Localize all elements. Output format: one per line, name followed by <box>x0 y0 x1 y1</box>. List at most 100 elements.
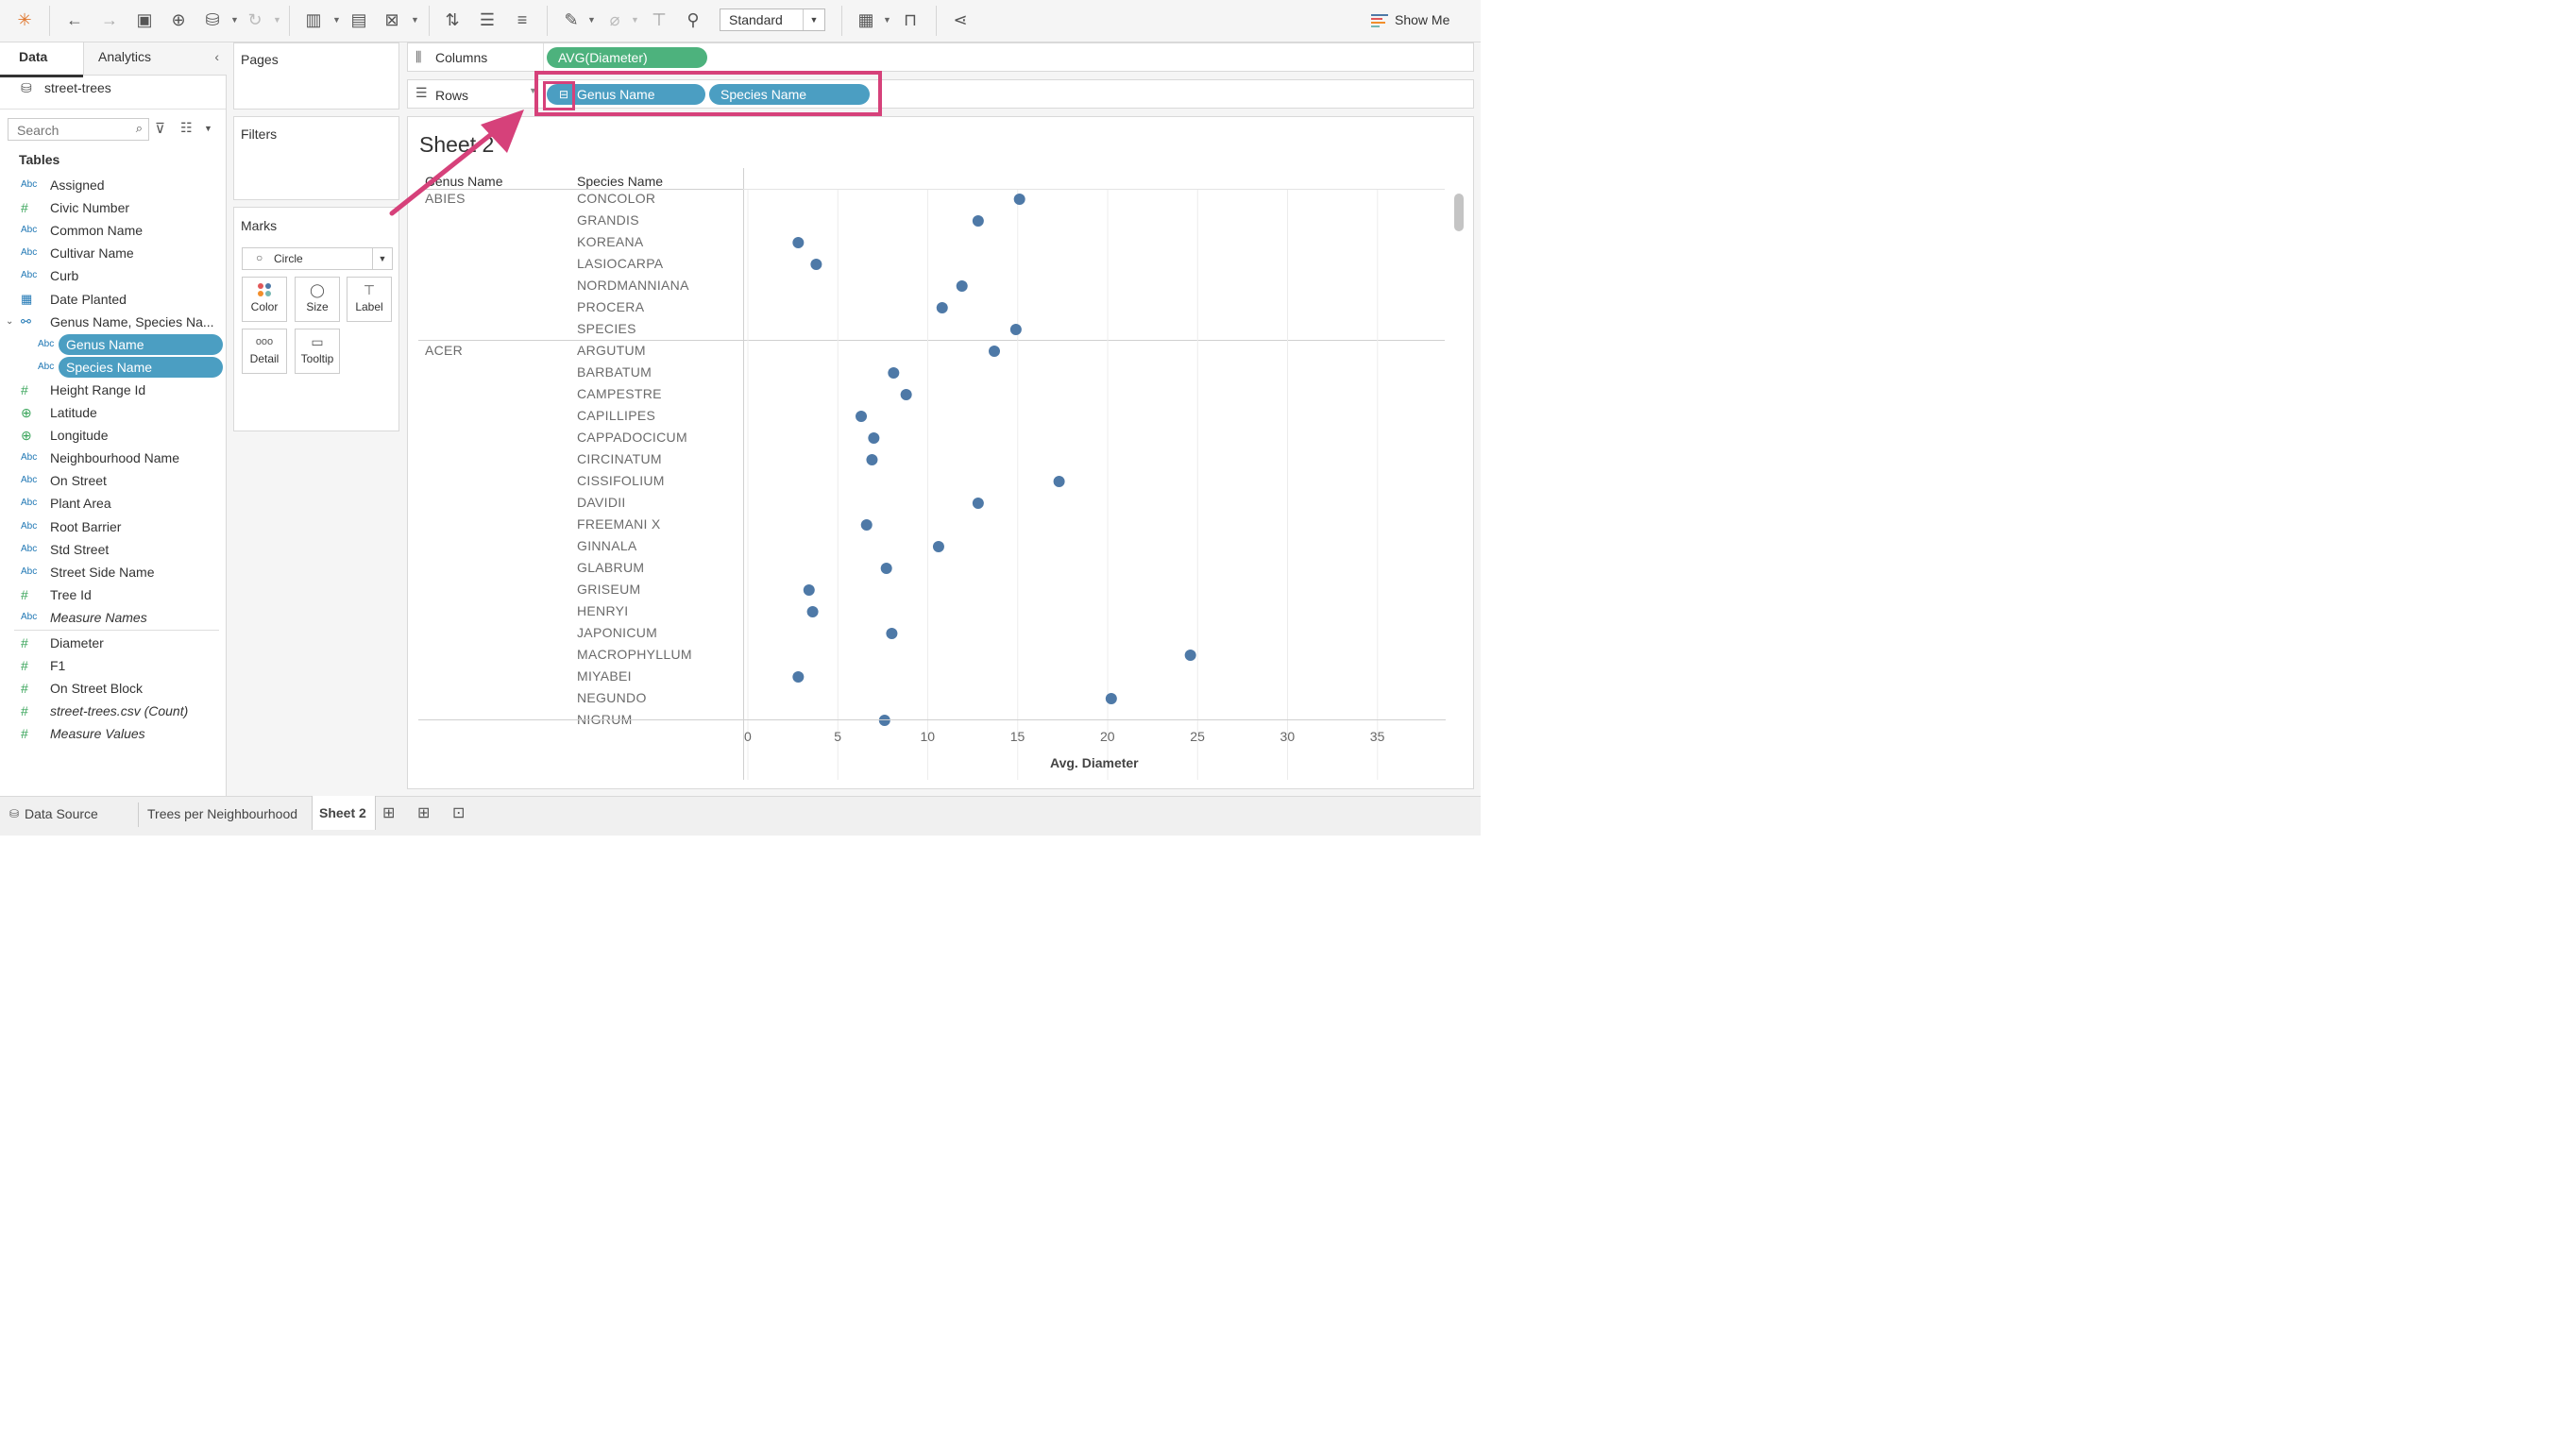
duplicate-sheet-icon[interactable]: ▤ <box>347 8 371 32</box>
data-point[interactable] <box>972 215 984 227</box>
vertical-scrollbar[interactable] <box>1454 194 1464 231</box>
chevron-down-icon[interactable]: ⌄ <box>6 311 13 333</box>
species-label[interactable]: JAPONICUM <box>577 625 657 640</box>
field-genus-name-species-na-[interactable]: ⚯ ⌄ Genus Name, Species Na... <box>0 311 226 333</box>
species-label[interactable]: DAVIDII <box>577 495 626 510</box>
data-point[interactable] <box>972 498 984 509</box>
redo-icon[interactable]: → <box>97 8 122 32</box>
pin-icon[interactable]: ⚲ <box>681 8 705 32</box>
measure-on-street-block[interactable]: # On Street Block <box>0 677 226 700</box>
data-point[interactable] <box>792 671 805 683</box>
data-point[interactable] <box>860 519 873 531</box>
species-label[interactable]: CAMPESTRE <box>577 386 662 401</box>
field-plant-area[interactable]: Abc Plant Area <box>0 492 226 515</box>
fit-icon[interactable]: ▦ <box>854 8 878 32</box>
save-icon[interactable]: ▣ <box>132 8 157 32</box>
color-button[interactable]: Color <box>242 277 287 322</box>
label-button[interactable]: ⊤ Label <box>347 277 392 322</box>
data-point[interactable] <box>936 302 948 313</box>
data-point[interactable] <box>1184 650 1196 661</box>
data-point[interactable] <box>868 432 880 444</box>
chevron-down-icon[interactable]: ▼ <box>230 15 239 25</box>
species-label[interactable]: CISSIFOLIUM <box>577 473 665 488</box>
data-point[interactable] <box>886 628 898 639</box>
field-genus-name[interactable]: Abc Genus Name <box>0 333 226 356</box>
data-point[interactable] <box>956 280 968 292</box>
data-point[interactable] <box>856 411 868 422</box>
view-list-icon[interactable]: ☷ <box>180 120 193 136</box>
chevron-down-icon[interactable]: ▼ <box>631 15 639 25</box>
undo-icon[interactable]: ← <box>62 8 87 32</box>
tab-data-source[interactable]: ⛁ Data Source <box>0 797 138 831</box>
data-point[interactable] <box>1105 693 1117 704</box>
chevron-down-icon[interactable]: ▼ <box>204 124 212 133</box>
field-longitude[interactable]: ⊕ Longitude <box>0 424 226 447</box>
field-neighbourhood-name[interactable]: Abc Neighbourhood Name <box>0 447 226 469</box>
tableau-logo-icon[interactable]: ✳ <box>12 8 37 32</box>
species-label[interactable]: NORDMANNIANA <box>577 278 689 293</box>
field-latitude[interactable]: ⊕ Latitude <box>0 401 226 424</box>
chevron-down-icon[interactable]: ▼ <box>803 9 824 30</box>
species-label[interactable]: GLABRUM <box>577 560 644 575</box>
field-species-name[interactable]: Abc Species Name <box>0 356 226 379</box>
field-on-street[interactable]: Abc On Street <box>0 469 226 492</box>
chevron-down-icon[interactable]: ▼ <box>372 248 392 269</box>
data-point[interactable] <box>932 541 944 552</box>
measure-measure-values[interactable]: # Measure Values <box>0 722 226 745</box>
field-tree-id[interactable]: # Tree Id <box>0 583 226 606</box>
species-label[interactable]: LASIOCARPA <box>577 256 663 271</box>
tab-trees-per-neighbourhood[interactable]: Trees per Neighbourhood <box>139 797 311 831</box>
field-street-side-name[interactable]: Abc Street Side Name <box>0 561 226 583</box>
filters-card[interactable]: Filters <box>233 116 399 200</box>
fit-mode-select[interactable]: Standard ▼ <box>720 8 825 31</box>
data-point[interactable] <box>866 454 878 465</box>
mark-type-select[interactable]: ○ Circle ▼ <box>242 247 393 270</box>
share-icon[interactable]: ⋖ <box>948 8 973 32</box>
presentation-icon[interactable]: ⊓ <box>898 8 923 32</box>
search-input[interactable] <box>8 119 132 142</box>
pause-updates-icon[interactable]: ⛁ <box>200 8 225 32</box>
field-root-barrier[interactable]: Abc Root Barrier <box>0 515 226 538</box>
data-point[interactable] <box>900 389 912 400</box>
pages-card[interactable]: Pages <box>233 42 399 110</box>
species-label[interactable]: GRISEUM <box>577 582 640 597</box>
search-icon[interactable]: ⌕ <box>136 121 143 136</box>
filter-icon[interactable]: ⊽ <box>155 120 165 137</box>
new-worksheet-icon[interactable]: ▥ <box>301 8 326 32</box>
field-height-range-id[interactable]: # Height Range Id <box>0 379 226 401</box>
field-curb[interactable]: Abc Curb <box>0 264 226 287</box>
species-label[interactable]: MACROPHYLLUM <box>577 647 692 662</box>
refresh-icon[interactable]: ↻ <box>243 8 267 32</box>
data-point[interactable] <box>1053 476 1065 487</box>
species-label[interactable]: MIYABEI <box>577 668 632 684</box>
measure-street-trees-csv-count-[interactable]: # street-trees.csv (Count) <box>0 700 226 722</box>
data-point[interactable] <box>792 237 805 248</box>
sort-desc-icon[interactable]: ≡ <box>510 8 534 32</box>
species-label[interactable]: KOREANA <box>577 234 644 249</box>
group-icon[interactable]: ⌀ <box>602 8 627 32</box>
field-civic-number[interactable]: # Civic Number <box>0 196 226 219</box>
species-label[interactable]: CAPILLIPES <box>577 408 655 423</box>
data-point[interactable] <box>1013 194 1025 205</box>
tooltip-button[interactable]: ▭ Tooltip <box>295 329 340 374</box>
species-label[interactable]: SPECIES <box>577 321 636 336</box>
species-label[interactable]: PROCERA <box>577 299 644 314</box>
datasource-item[interactable]: ⛁ street-trees <box>21 78 219 99</box>
new-datasource-icon[interactable]: ⊕ <box>166 8 191 32</box>
new-story-icon[interactable]: ⊡ <box>452 803 465 822</box>
swap-icon[interactable]: ⇅ <box>440 8 465 32</box>
chevron-down-icon[interactable]: ▼ <box>332 15 341 25</box>
species-label[interactable]: GRANDIS <box>577 212 639 228</box>
field-assigned[interactable]: Abc Assigned <box>0 174 226 196</box>
measure-f1[interactable]: # F1 <box>0 654 226 677</box>
sort-asc-icon[interactable]: ☰ <box>475 8 500 32</box>
tab-data[interactable]: Data <box>0 42 83 77</box>
chevron-down-icon[interactable]: ▼ <box>883 15 891 25</box>
size-button[interactable]: ◯ Size <box>295 277 340 322</box>
field-std-street[interactable]: Abc Std Street <box>0 538 226 561</box>
avg-diameter-pill[interactable]: AVG(Diameter) <box>547 47 707 68</box>
species-label[interactable]: ARGUTUM <box>577 343 646 358</box>
new-dashboard-icon[interactable]: ⊞ <box>417 803 430 822</box>
data-point[interactable] <box>1009 324 1022 335</box>
clear-sheet-icon[interactable]: ⊠ <box>380 8 404 32</box>
